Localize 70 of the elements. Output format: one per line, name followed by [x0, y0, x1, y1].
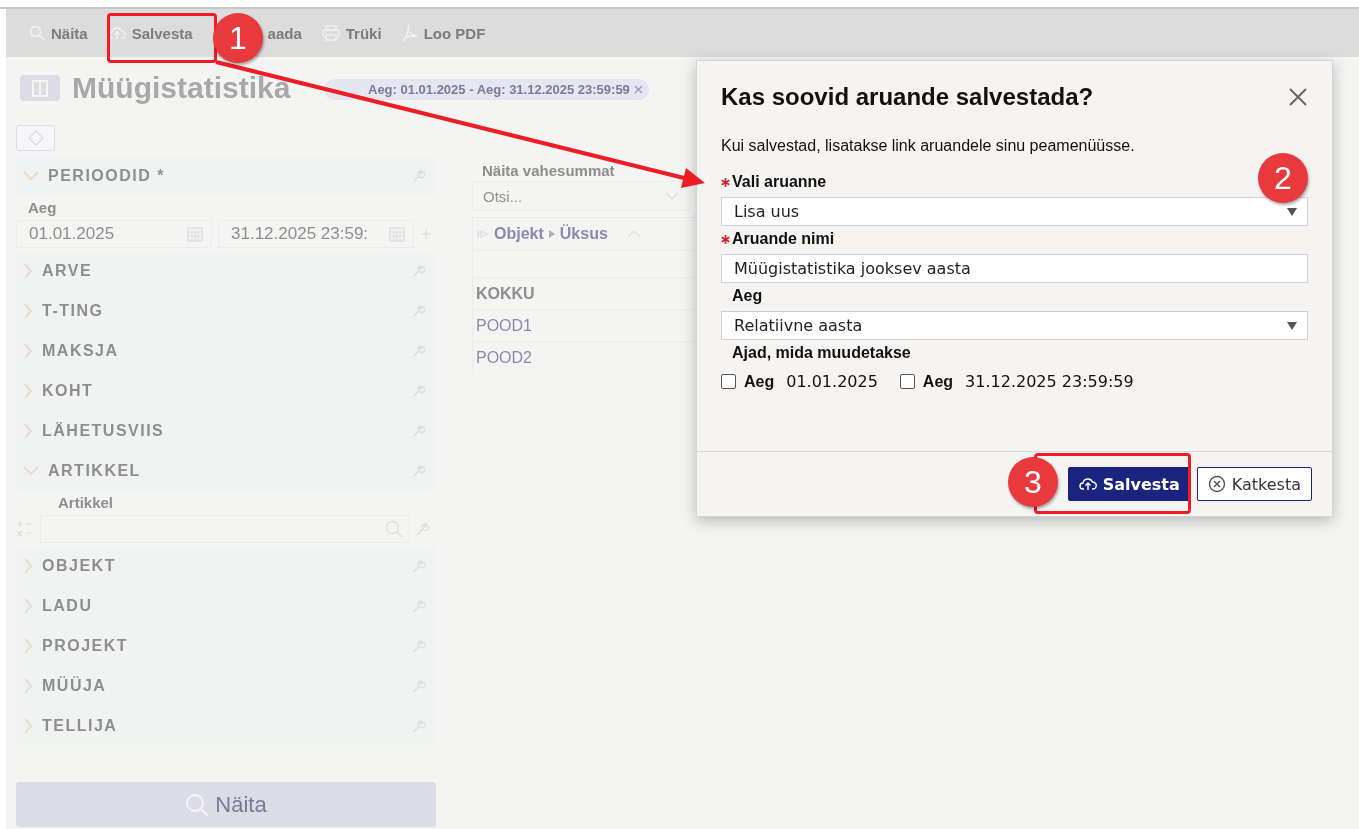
cloud-upload-icon: [107, 26, 126, 40]
checkbox-label: Aeg: [744, 372, 775, 391]
checkbox[interactable]: [721, 374, 736, 389]
section-title: ARTIKKEL: [48, 462, 141, 480]
field-label: Aeg: [732, 287, 763, 305]
cloud-upload-icon: [1078, 477, 1097, 491]
chevron-right-icon: [22, 342, 34, 360]
pin-icon: [477, 229, 489, 239]
checkbox-value: 01.01.2025: [786, 372, 878, 391]
toolbar-button[interactable]: Trüki: [312, 20, 391, 46]
pivot-field[interactable]: Üksus: [559, 225, 608, 243]
chevron-down-icon: [22, 170, 40, 182]
checkbox-label: Aeg: [922, 372, 954, 391]
save-button[interactable]: Salvesta: [1067, 467, 1191, 501]
section-title: LADU: [42, 597, 93, 615]
page-title: Müügistatistika: [72, 71, 291, 105]
select-field[interactable]: Lisa uus: [721, 197, 1308, 226]
checkbox[interactable]: [899, 374, 915, 389]
date-field[interactable]: 01.01.2025: [16, 220, 212, 248]
toolbar-button[interactable]: Loo PDF: [392, 20, 495, 46]
toolbar-button[interactable]: aada: [265, 20, 311, 46]
section-title: LÄHETUSVIIS: [42, 422, 165, 440]
section-title: T-TING: [42, 302, 104, 320]
show-button[interactable]: Näita: [16, 782, 436, 827]
chevron-right-icon: [22, 717, 34, 735]
clear-filters-button[interactable]: [16, 125, 55, 151]
triangle-right-icon: [548, 230, 555, 238]
search-icon: [185, 792, 210, 817]
section-title: ARVE: [42, 262, 93, 280]
input-field[interactable]: Müügistatistika jooksev aasta: [721, 254, 1308, 283]
cancel-circle-icon: [1207, 475, 1226, 493]
subtotal-select[interactable]: Otsi...: [472, 181, 690, 211]
field-label: Artikkel: [57, 494, 115, 511]
chevron-right-icon: [22, 262, 34, 280]
field-label: Näita vahesummat: [481, 162, 616, 179]
section-title: TELLIJA: [42, 717, 118, 735]
dropdown-arrow-icon: [1287, 321, 1297, 330]
chevron-right-icon: [22, 597, 34, 615]
filter-chip[interactable]: Aeg: 01.01.2025 - Aeg: 31.12.2025 23:59:59: [324, 79, 649, 100]
field-label: Ajad, mida muudetakse: [732, 344, 911, 362]
field-label: Vali aruanne: [732, 173, 827, 191]
checkbox-value: 31.12.2025 23:59:59: [965, 372, 1134, 391]
close-icon[interactable]: [633, 85, 643, 94]
dialog-description: Kui salvestad, lisatakse link aruandele sinu peamenüüsse.: [721, 137, 1136, 155]
chevron-right-icon: [22, 677, 34, 695]
cancel-button[interactable]: Katkesta: [1196, 467, 1312, 501]
toolbar-button[interactable]: Näita: [20, 20, 97, 46]
dropdown-arrow-icon: [1287, 207, 1297, 216]
dialog-title: Kas soovid aruande salvestada?: [721, 83, 1094, 111]
close-icon[interactable]: [1288, 87, 1308, 107]
section-title: MÜÜJA: [42, 677, 107, 695]
chevron-right-icon: [22, 382, 34, 400]
section-title: MAKSJA: [42, 342, 119, 360]
toolbar-button[interactable]: Salvesta: [98, 20, 202, 46]
chevron-right-icon: [22, 637, 34, 655]
section-title: KOHT: [42, 382, 94, 400]
pivot-field[interactable]: Objekt: [494, 225, 544, 243]
section-title: OBJEKT: [42, 557, 116, 575]
date-field[interactable]: 31.12.2025 23:59:: [218, 220, 414, 248]
chevron-right-icon: [22, 302, 34, 320]
field-label: Aruande nimi: [732, 230, 835, 248]
field-label: Aeg: [27, 199, 58, 216]
select-field[interactable]: Relatiivne aasta: [721, 311, 1308, 340]
chevron-right-icon: [22, 557, 34, 575]
chevron-down-icon: [22, 465, 40, 477]
section-title: PROJEKT: [42, 637, 129, 655]
section-title: PERIOODID *: [48, 167, 165, 185]
report-icon: [20, 75, 60, 101]
diamond-icon: [26, 129, 45, 147]
chevron-right-icon: [22, 422, 34, 440]
